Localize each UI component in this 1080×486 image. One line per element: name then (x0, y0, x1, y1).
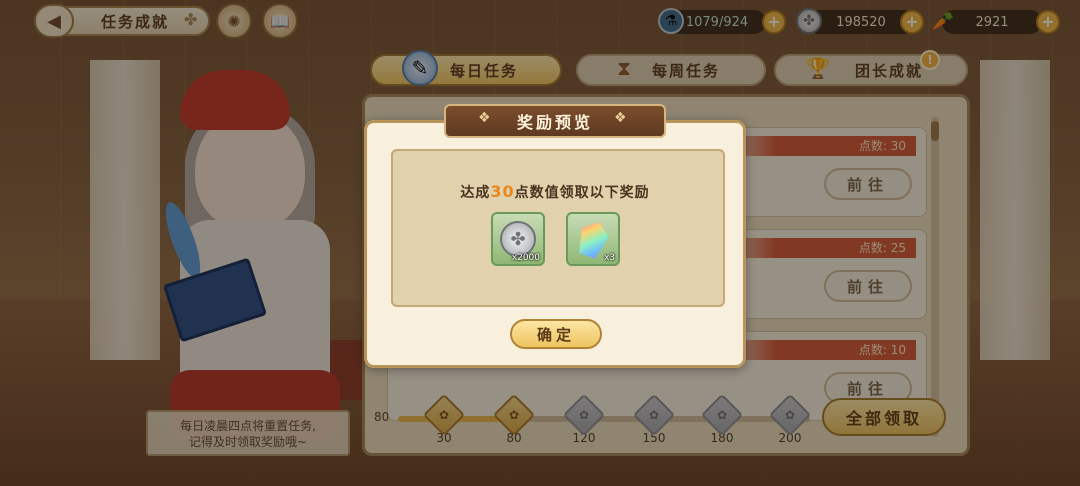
reward-item-gem[interactable]: x3 (566, 212, 620, 266)
reward-condition-text: 达成30点数值领取以下奖励 (364, 182, 746, 202)
dialog-title-text: 奖励预览 (516, 113, 593, 132)
confirm-button-label: 确定 (536, 325, 575, 344)
reward-quantity: x2000 (511, 253, 540, 263)
reward-preview-content (391, 149, 725, 307)
reward-quantity: x3 (603, 253, 615, 263)
ornament-icon: ❖ (478, 110, 491, 126)
desc-suffix: 点数值领取以下奖励 (514, 185, 650, 201)
reward-item-coin[interactable]: ✤ x2000 (491, 212, 545, 266)
silver-coin-icon: ✤ (500, 221, 536, 257)
confirm-button[interactable]: 确定 (510, 319, 602, 349)
ornament-icon: ❖ (614, 110, 627, 126)
desc-points-value: 30 (490, 182, 515, 201)
desc-prefix: 达成 (460, 185, 491, 201)
